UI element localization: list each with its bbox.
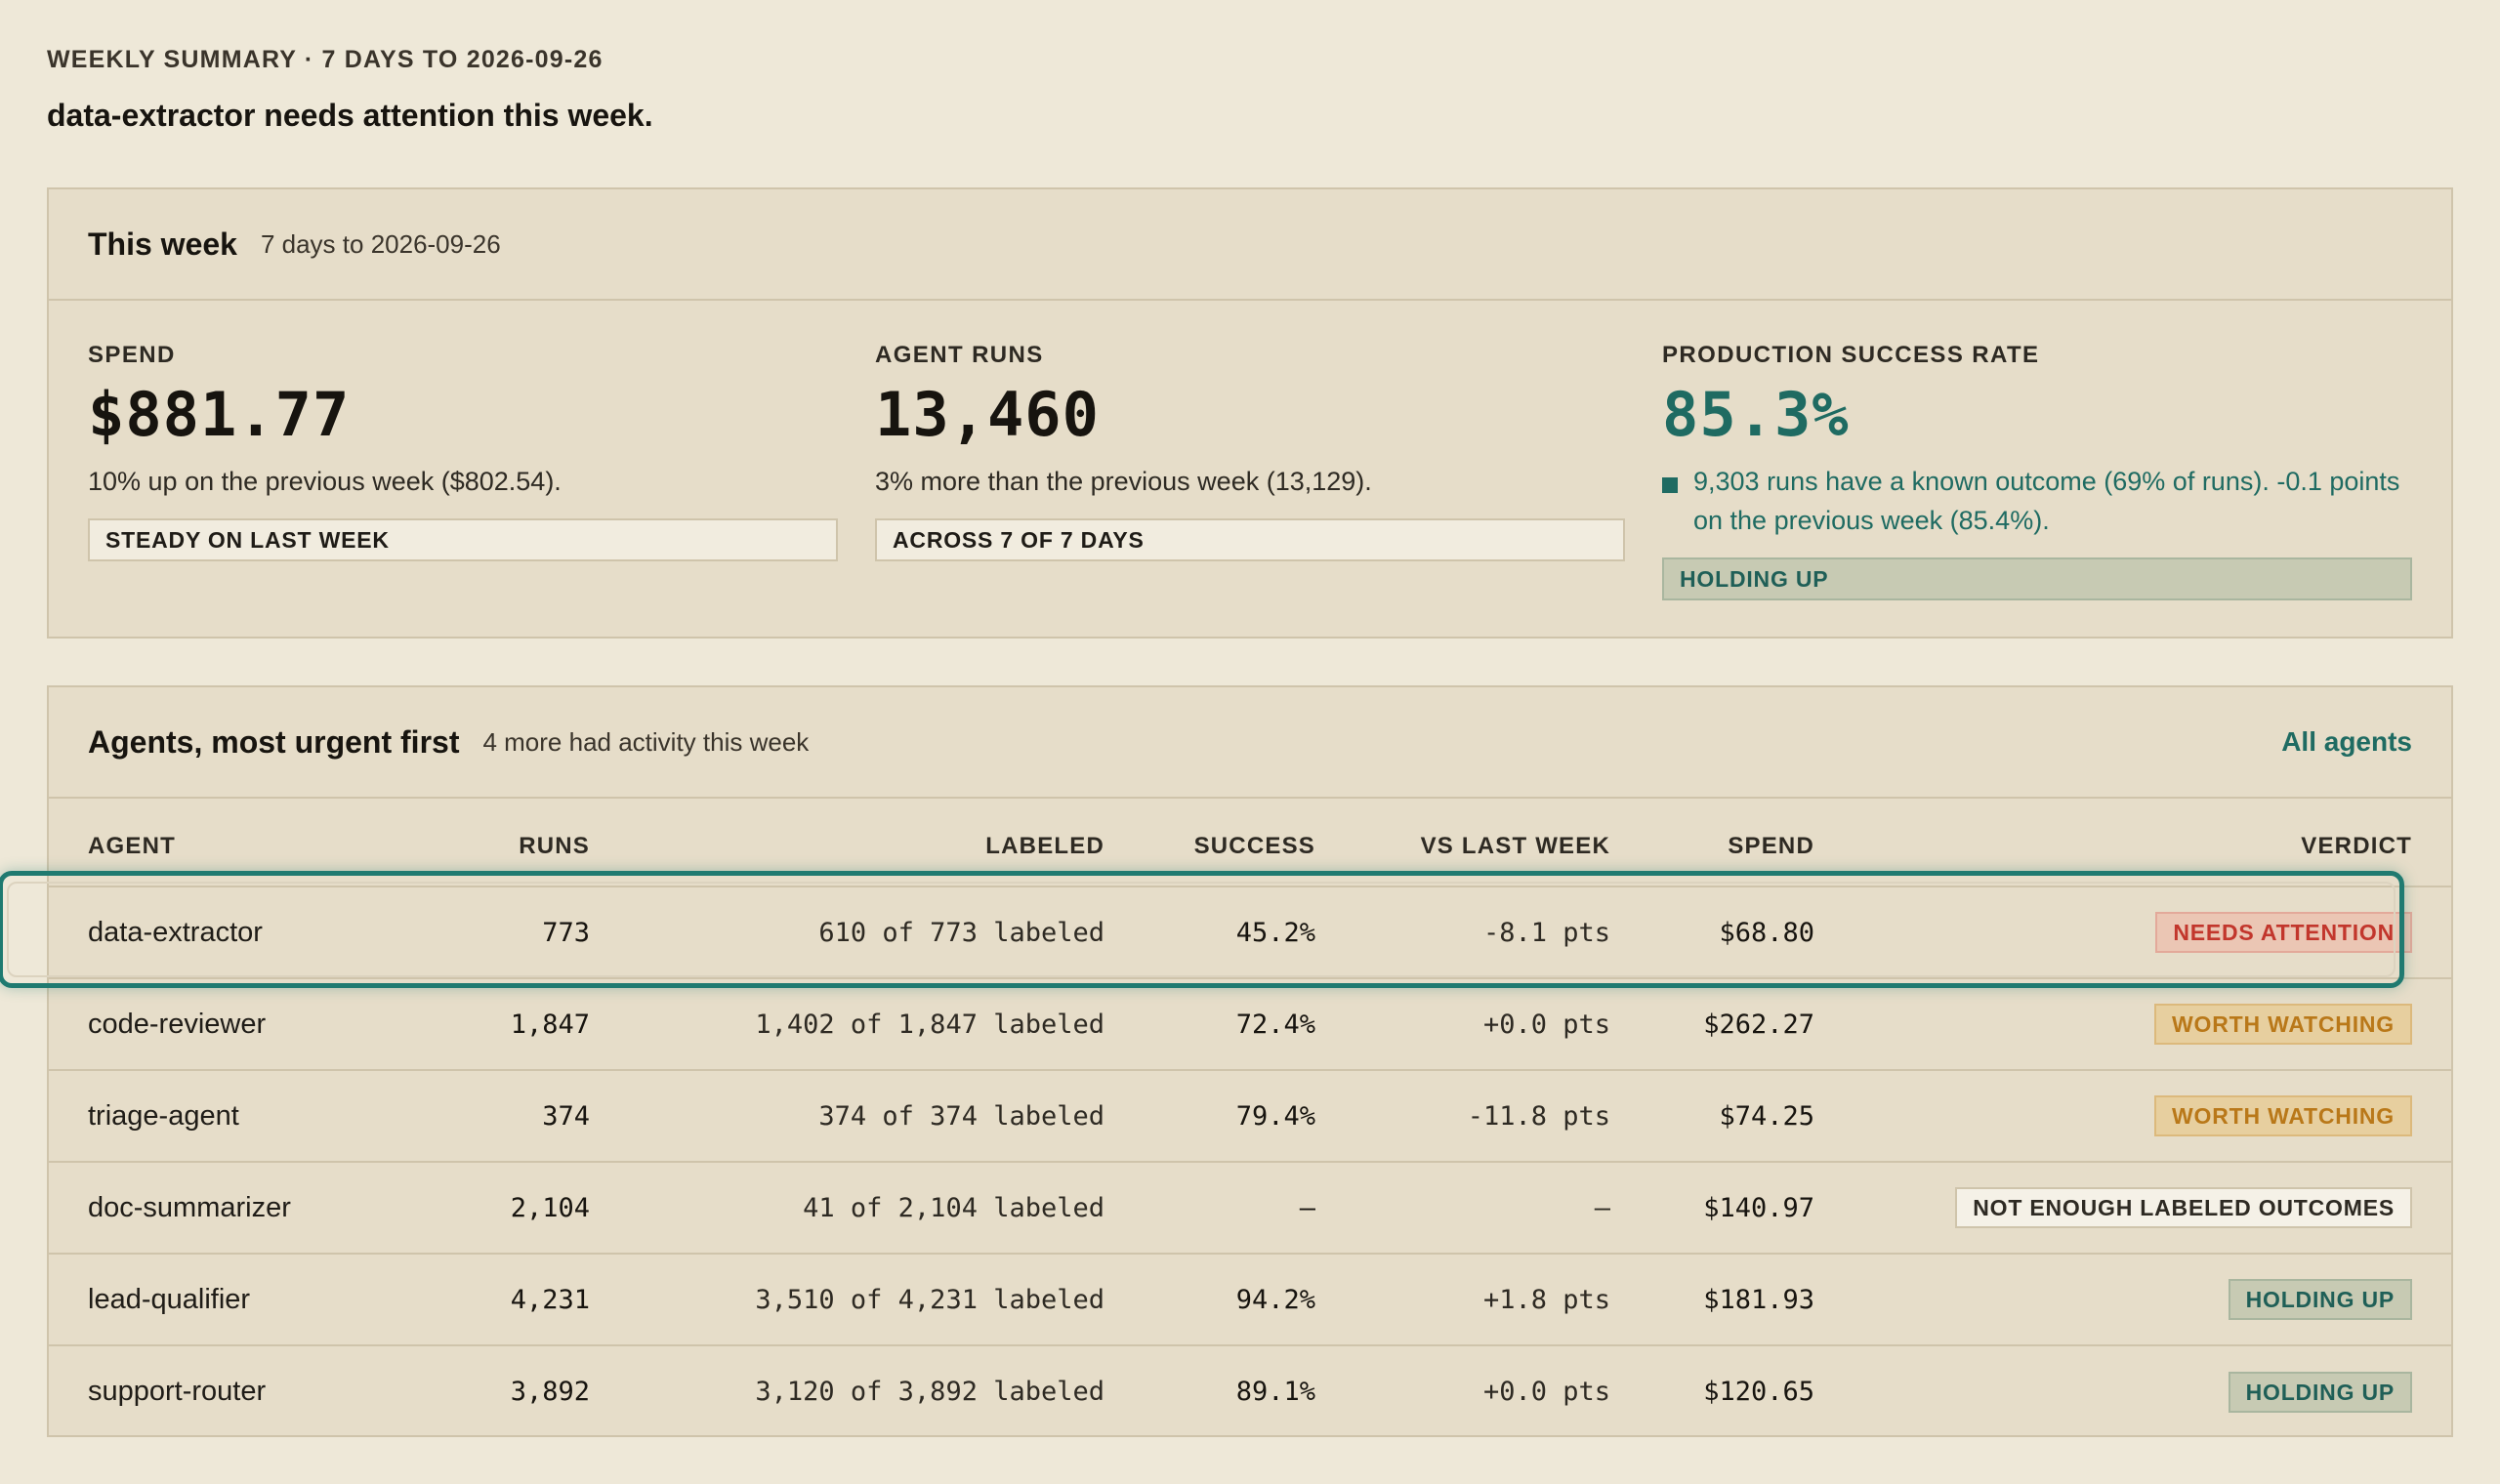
agent-name[interactable]: code-reviewer (49, 978, 371, 1071)
this-week-subtitle: 7 days to 2026-09-26 (260, 228, 501, 259)
vs-last-week: +0.0 pts (1482, 1377, 1610, 1407)
agents-table: AGENT RUNS LABELED SUCCESS VS LAST WEEK … (49, 799, 2451, 1437)
spend-metric: SPEND $881.77 10% up on the previous wee… (88, 342, 838, 561)
col-agent[interactable]: AGENT (49, 799, 371, 887)
spend-amount: $181.93 (1610, 1254, 1814, 1346)
table-row[interactable]: data-extractor 773 610 of 773 labeled 45.2%… (49, 886, 2451, 979)
success-rate-tag: HOLDING UP (1662, 557, 2412, 600)
runs-count: 1,847 (371, 978, 590, 1071)
col-vs-last-week[interactable]: VS LAST WEEK (1315, 799, 1610, 887)
success-rate-note-row: 9,303 runs have a known outcome (69% of … (1662, 462, 2412, 540)
verdict-badge: NOT ENOUGH LABELED OUTCOMES (1955, 1187, 2412, 1228)
spend-amount: $74.25 (1610, 1070, 1814, 1163)
agent-name[interactable]: lead-qualifier (49, 1254, 371, 1346)
spend-amount: $140.97 (1610, 1162, 1814, 1255)
col-labeled[interactable]: LABELED (590, 799, 1104, 887)
agents-panel: Agents, most urgent first 4 more had act… (47, 685, 2453, 1437)
col-verdict[interactable]: VERDICT (1814, 799, 2451, 887)
verdict-badge: WORTH WATCHING (2154, 1004, 2412, 1045)
verdict-cell: WORTH WATCHING (1814, 978, 2451, 1071)
this-week-header: This week 7 days to 2026-09-26 (49, 189, 2451, 301)
table-header-row: AGENT RUNS LABELED SUCCESS VS LAST WEEK … (49, 799, 2451, 887)
col-success[interactable]: SUCCESS (1104, 799, 1315, 887)
verdict-cell: HOLDING UP (1814, 1345, 2451, 1437)
agents-title: Agents, most urgent first (88, 723, 460, 760)
success-rate-note: 9,303 runs have a known outcome (69% of … (1693, 467, 2400, 535)
agents-table-body: data-extractor 773 610 of 773 labeled 45.2%… (49, 886, 2451, 1437)
table-row[interactable]: code-reviewer 1,847 1,402 of 1,847 labeled… (49, 978, 2451, 1071)
this-week-title: This week (88, 226, 237, 262)
success-rate: 79.4% (1104, 1070, 1315, 1163)
labeled-count: 3,510 of 4,231 labeled (590, 1254, 1104, 1346)
runs-note: 3% more than the previous week (13,129). (875, 467, 1372, 496)
spend-amount: $68.80 (1610, 886, 1814, 979)
table-row[interactable]: support-router 3,892 3,120 of 3,892 labele… (49, 1345, 2451, 1437)
this-week-panel: This week 7 days to 2026-09-26 SPEND $88… (47, 187, 2453, 639)
agent-name[interactable]: support-router (49, 1345, 371, 1437)
success-rate-metric: PRODUCTION SUCCESS RATE 85.3% 9,303 runs… (1662, 342, 2412, 600)
runs-tag: ACROSS 7 OF 7 DAYS (875, 518, 1625, 561)
runs-count: 773 (371, 886, 590, 979)
spend-amount: $120.65 (1703, 1377, 1814, 1407)
summary-eyebrow: WEEKLY SUMMARY · 7 DAYS TO 2026-09-26 (47, 46, 604, 73)
success-rate: 72.4% (1104, 978, 1315, 1071)
metrics-row: SPEND $881.77 10% up on the previous wee… (49, 301, 2451, 639)
labeled-count: 1,402 of 1,847 labeled (590, 978, 1104, 1071)
verdict-cell: HOLDING UP (1814, 1254, 2451, 1346)
agent-name[interactable]: data-extractor (49, 886, 371, 979)
spend-value: $881.77 (88, 379, 351, 450)
agents-header: Agents, most urgent first 4 more had act… (49, 687, 2451, 799)
labeled-count: 610 of 773 labeled (590, 886, 1104, 979)
runs-metric: AGENT RUNS 13,460 3% more than the previ… (875, 342, 1625, 561)
runs-count: 2,104 (371, 1162, 590, 1255)
spend-note: 10% up on the previous week ($802.54). (88, 467, 562, 496)
spend-label: SPEND (88, 342, 176, 368)
table-row[interactable]: lead-qualifier 4,231 3,510 of 4,231 labele… (49, 1254, 2451, 1346)
verdict-badge: HOLDING UP (2228, 1371, 2412, 1413)
summary-headline: data-extractor needs attention this week… (47, 98, 653, 133)
vs-last-week: +0.0 pts (1315, 978, 1610, 1071)
success-rate: 45.2% (1104, 886, 1315, 979)
verdict-cell: NEEDS ATTENTION (1814, 886, 2451, 979)
verdict-badge: WORTH WATCHING (2154, 1095, 2412, 1136)
agent-name[interactable]: doc-summarizer (49, 1162, 371, 1255)
success-rate: 94.2% (1104, 1254, 1315, 1346)
vs-last-week: — (1315, 1162, 1610, 1255)
square-bullet-icon (1662, 477, 1678, 493)
spend-tag: STEADY ON LAST WEEK (88, 518, 838, 561)
runs-value: 13,460 (875, 379, 1100, 450)
success-rate-value: 85.3% (1662, 379, 1850, 450)
labeled-count: 41 of 2,104 labeled (590, 1162, 1104, 1255)
vs-last-week: -11.8 pts (1315, 1070, 1610, 1163)
runs-count: 4,231 (371, 1254, 590, 1346)
col-spend[interactable]: SPEND (1610, 799, 1814, 887)
vs-last-week: -8.1 pts (1315, 886, 1610, 979)
weekly-summary-page: WEEKLY SUMMARY · 7 DAYS TO 2026-09-26 da… (0, 0, 2500, 1484)
success-rate: — (1104, 1162, 1315, 1255)
verdict-cell: NOT ENOUGH LABELED OUTCOMES (1814, 1162, 2451, 1255)
agent-name[interactable]: triage-agent (49, 1070, 371, 1163)
verdict-cell: WORTH WATCHING (1814, 1070, 2451, 1163)
success-rate: 89.1% (1235, 1377, 1315, 1407)
runs-count: 3,892 (510, 1377, 590, 1407)
labeled-count: 374 of 374 labeled (590, 1070, 1104, 1163)
runs-label: AGENT RUNS (875, 342, 1044, 368)
table-row[interactable]: doc-summarizer 2,104 41 of 2,104 labeled — —… (49, 1162, 2451, 1255)
runs-count: 374 (371, 1070, 590, 1163)
labeled-count: 3,120 of 3,892 labeled (755, 1377, 1104, 1407)
table-row[interactable]: triage-agent 374 374 of 374 labeled 79.4% -1… (49, 1070, 2451, 1163)
verdict-badge: NEEDS ATTENTION (2155, 912, 2412, 953)
success-rate-label: PRODUCTION SUCCESS RATE (1662, 342, 2040, 368)
vs-last-week: +1.8 pts (1315, 1254, 1610, 1346)
agents-subtitle: 4 more had activity this week (482, 726, 810, 757)
spend-amount: $262.27 (1610, 978, 1814, 1071)
all-agents-link[interactable]: All agents (2281, 726, 2412, 758)
col-runs[interactable]: RUNS (371, 799, 590, 887)
verdict-badge: HOLDING UP (2228, 1279, 2412, 1320)
